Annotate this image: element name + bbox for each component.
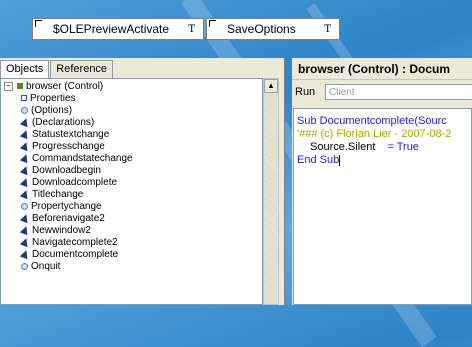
code-line-4: End Sub [297, 154, 341, 167]
tree-item-label: Propertychange [31, 201, 102, 212]
panel-tabs: Objects Reference [0, 60, 114, 79]
tree-item-label: Documentcomplete [32, 249, 119, 260]
ole-preview-activate-button[interactable]: $OLEPreviewActivate T [32, 18, 204, 40]
end-sub: End Sub [297, 154, 340, 166]
keyword-sub: Sub [297, 115, 320, 127]
object-browser-panel: Objects Reference − browser (Control) Pro… [0, 58, 285, 305]
tree-item-label: Progresschange [32, 141, 105, 152]
code-line-2: '### (c) Florian Lier - 2007-08-2 [297, 128, 452, 140]
event-icon [19, 213, 31, 224]
tab-objects[interactable]: Objects [0, 60, 50, 79]
statement-target: Source.Silent [310, 141, 376, 153]
code-panel-title: browser (Control) : Docum [292, 58, 472, 80]
tree-item-label: Newwindow2 [32, 225, 91, 236]
collapse-icon[interactable]: − [4, 81, 13, 91]
tree-item-titlechange[interactable]: Titlechange [19, 189, 84, 201]
tree-item-beforenavigate2[interactable]: Beforenavigate2 [19, 213, 105, 225]
object-tree[interactable]: − browser (Control) Properties (Options) … [0, 78, 263, 305]
run-label: Run [295, 86, 316, 98]
tree-item-progresschange[interactable]: Progresschange [19, 141, 105, 153]
tree-item-commandstatechange[interactable]: Commandstatechange [19, 153, 133, 165]
options-icon [21, 106, 28, 114]
tree-item-downloadbegin[interactable]: Downloadbegin [19, 165, 101, 177]
tree-item-label: Titlechange [32, 189, 84, 200]
tree-item-label: Statustextchange [32, 129, 110, 140]
event-icon [19, 189, 31, 200]
ole-preview-activate-label: $OLEPreviewActivate [53, 22, 170, 36]
code-line-3: Source.Silent = True [310, 141, 419, 154]
tree-item-properties[interactable]: Properties [21, 93, 76, 105]
tree-item-label: Commandstatechange [32, 153, 133, 164]
event-icon [19, 165, 31, 176]
event-icon [19, 129, 31, 140]
code-panel: browser (Control) : Docum Run Client Sub… [292, 58, 472, 305]
code-line-1: Sub Documentcomplete(Sourc [297, 115, 447, 128]
corner-icon [35, 20, 42, 27]
control-icon [17, 83, 23, 90]
event-icon [19, 237, 31, 248]
tree-item-propertychange[interactable]: Propertychange [21, 201, 102, 213]
tree-item-label: Beforenavigate2 [32, 213, 105, 224]
save-options-button[interactable]: SaveOptions T [206, 18, 340, 40]
tree-item-newwindow2[interactable]: Newwindow2 [19, 225, 91, 237]
options-icon [21, 262, 28, 270]
tree-item-label: Properties [30, 93, 76, 104]
event-icon [19, 117, 31, 128]
tab-reference[interactable]: Reference [50, 60, 114, 79]
client-field[interactable]: Client [325, 84, 472, 100]
tree-item-navigatecomplete2[interactable]: Navigatecomplete2 [19, 237, 118, 249]
code-toolbar: Run Client [292, 83, 472, 103]
tree-item-label: (Options) [31, 105, 73, 116]
property-icon [21, 95, 27, 102]
tree-item-onquit[interactable]: Onquit [21, 261, 60, 273]
tree-item-label: Downloadbegin [32, 165, 101, 176]
code-editor[interactable]: Sub Documentcomplete(Sourc '### (c) Flor… [293, 108, 472, 305]
event-icon [19, 225, 31, 236]
tree-item-label: Onquit [31, 261, 61, 272]
t-icon: T [188, 24, 195, 35]
event-icon [19, 177, 31, 188]
tree-scrollbar[interactable]: ▲ [263, 78, 279, 305]
sub-name: Documentcomplete(Sourc [319, 115, 447, 127]
tree-item-statustextchange[interactable]: Statustextchange [19, 129, 110, 141]
options-icon [21, 202, 28, 210]
tree-root[interactable]: − browser (Control) [4, 81, 103, 93]
event-icon [19, 249, 31, 260]
tree-item-label: Navigatecomplete2 [32, 237, 118, 248]
statement-value: = True [387, 141, 419, 153]
t-icon: T [324, 24, 331, 35]
save-options-label: SaveOptions [227, 22, 296, 36]
tree-item-label: (Declarations) [32, 117, 95, 128]
tree-item-documentcomplete[interactable]: Documentcomplete [19, 249, 119, 261]
text-caret [339, 154, 341, 166]
event-icon [19, 141, 31, 152]
corner-icon [209, 20, 216, 27]
tree-root-label: browser (Control) [26, 81, 104, 92]
tree-item-declarations[interactable]: (Declarations) [19, 117, 95, 129]
scroll-up-button[interactable]: ▲ [264, 79, 278, 93]
event-icon [19, 153, 31, 164]
tree-item-downloadcomplete[interactable]: Downloadcomplete [19, 177, 118, 189]
tree-item-label: Downloadcomplete [32, 177, 118, 188]
tree-item-options[interactable]: (Options) [21, 105, 72, 117]
